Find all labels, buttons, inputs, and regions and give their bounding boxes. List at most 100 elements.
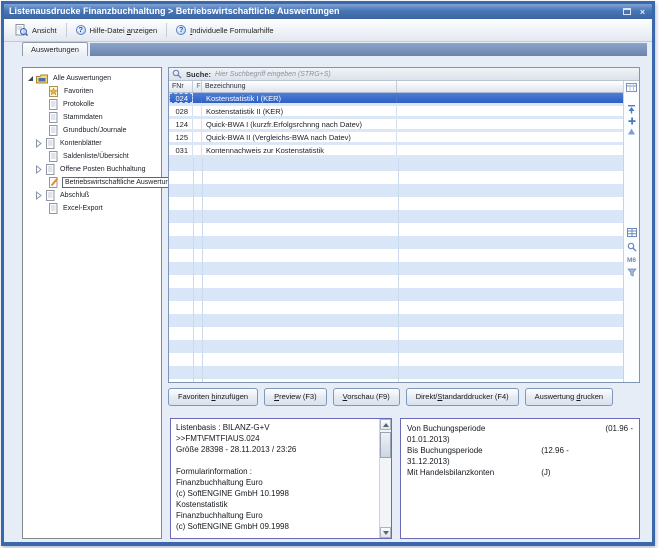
scroll-up-button[interactable] [380,419,391,430]
tree-item-grundbuch-journale[interactable]: Grundbuch/Journale [23,124,161,137]
tree-item-betriebswirtschaftliche-auswertungen[interactable]: Betriebswirtschaftliche Auswertungen [23,176,161,189]
param-value: (J) [541,468,550,477]
tab-auswertungen[interactable]: Auswertungen [22,42,88,56]
action-button-row: Favoriten hinzufügen Preview (F3) Vorsch… [168,388,613,406]
close-icon: × [640,7,645,17]
magnifier-icon[interactable] [626,241,637,252]
cell-fnr: 125 [169,132,193,142]
cell-fnr: 124 [169,119,193,129]
favoriten-hinzufuegen-button[interactable]: Favoriten hinzufügen [168,388,258,406]
grid-icon[interactable] [626,227,637,238]
expand-icon[interactable] [35,165,43,174]
scroll-to-top-icon[interactable] [626,103,637,114]
cell-bezeichnung: Kontennachweis zur Kostenstatistik [202,145,397,155]
preview-button[interactable]: Preview (F3) [264,388,327,406]
cell-f [193,132,202,142]
cell-bezeichnung: Kostenstatistik I (KER) [202,93,397,103]
cell-f [193,93,202,103]
restore-button[interactable] [620,6,633,17]
param-value: (01.96 - [605,423,633,434]
param-row: Mit Handelsbilanzkonten (J) [407,467,633,478]
toolbar-separator [66,23,67,37]
column-header-bezeichnung[interactable]: Bezeichnung [202,81,397,92]
column-header-f[interactable]: F [193,81,202,92]
grid-tool-strip: M6 [623,81,639,382]
auswertung-drucken-button[interactable]: Auswertung drucken [525,388,613,406]
tab-strip-band [90,43,647,56]
column-chooser-icon[interactable] [626,82,637,93]
param-label: Bis Buchungsperiode [407,445,539,456]
plus-icon[interactable] [626,115,637,126]
tree-item-protokolle[interactable]: Protokolle [23,98,161,111]
filter-icon[interactable] [626,267,637,278]
page-icon [46,164,55,175]
param-continuation: 31.12.2013) [407,456,633,467]
collapse-icon[interactable] [28,76,33,81]
cell-fnr: 024 [169,93,193,103]
arrow-up-icon [383,423,389,427]
cell-fnr: 031 [169,145,193,155]
param-value: (12.96 - [541,446,569,455]
page-icon [49,125,58,136]
search-icon [172,69,182,79]
title-bar: Listenausdrucke Finanzbuchhaltung > Betr… [4,4,652,19]
info-line: (c) SoftENGINE GmbH 10.1998 [176,488,375,499]
tree-item-excel-export[interactable]: Excel-Export [23,202,161,215]
search-bar[interactable]: Suche: Hier Suchbegriff eingeben (STRG+S… [169,68,639,81]
column-header-blank[interactable] [397,81,623,92]
info-line: Finanzbuchhaltung Euro [176,510,375,521]
restore-icon [623,8,631,15]
formularhilfe-label: Individuelle Formularhilfe [190,26,273,35]
table-row-selected[interactable]: 024 Kostenstatistik I (KER) [169,93,623,106]
info-line: Formularinformation : [176,466,375,477]
window-title: Listenausdrucke Finanzbuchhaltung > Betr… [9,4,620,19]
tree-item-saldenliste[interactable]: Saldenliste/Übersicht [23,150,161,163]
parameter-info-panel: Von Buchungsperiode (01.96 - 01.01.2013)… [400,418,640,539]
page-icon [46,138,55,149]
results-panel: Suche: Hier Suchbegriff eingeben (STRG+S… [168,67,640,383]
folder-icon [36,74,48,84]
vorschau-button[interactable]: Vorschau (F9) [333,388,400,406]
page-pencil-icon [49,177,59,188]
tree-item-alle-auswertungen[interactable]: Alle Auswertungen [23,72,161,85]
expand-icon[interactable] [35,139,43,148]
search-label: Suche: [186,70,211,79]
table-row[interactable]: 124 Quick-BWA I (kurzfr.Erfolgsrchnng na… [169,119,623,132]
cell-fnr: 028 [169,106,193,116]
window: Listenausdrucke Finanzbuchhaltung > Betr… [1,1,655,546]
tree-item-stammdaten[interactable]: Stammdaten [23,111,161,124]
ansicht-button[interactable]: Ansicht [10,22,62,38]
param-label: Von Buchungsperiode [407,423,485,434]
info-line: Größe 28398 - 28.11.2013 / 23:26 [176,444,375,455]
param-row: Von Buchungsperiode (01.96 - [407,423,633,434]
toolbar: Ansicht ? Hilfe-Datei anzeigen ? Individ… [4,19,652,42]
info-scrollbar[interactable] [379,419,391,538]
cell-bezeichnung: Kostenstatistik II (KER) [202,106,397,116]
scroll-thumb[interactable] [380,432,391,458]
tree-item-offene-posten[interactable]: Offene Posten Buchhaltung [23,163,161,176]
close-button[interactable]: × [636,6,649,17]
toolbar-separator [166,23,167,37]
info-line: Listenbasis : BILANZ-G+V [176,422,375,433]
arrow-down-icon [383,531,389,535]
table-row[interactable]: 028 Kostenstatistik II (KER) [169,106,623,119]
cell-f [193,145,202,155]
param-label: Mit Handelsbilanzkonten [407,467,539,478]
page-icon [49,151,58,162]
scroll-down-button[interactable] [380,527,391,538]
tree-item-abschluss[interactable]: Abschluß [23,189,161,202]
column-header-fnr[interactable]: FNr [169,81,193,92]
table-row[interactable]: 125 Quick-BWA II (Vergleichs-BWA nach Da… [169,132,623,145]
cell-f [193,106,202,116]
direkt-standarddrucker-button[interactable]: Direkt/Standarddrucker (F4) [406,388,519,406]
expand-icon[interactable] [35,191,43,200]
m6-badge[interactable]: M6 [626,255,637,266]
scroll-up-icon[interactable] [626,126,637,137]
formularhilfe-button[interactable]: ? Individuelle Formularhilfe [171,23,278,37]
table-row[interactable]: 031 Kontennachweis zur Kostenstatistik [169,145,623,158]
list-info-panel: Listenbasis : BILANZ-G+V >>FMT\FMTFIAUS.… [170,418,392,539]
info-line: Kostenstatistik [176,499,375,510]
hilfe-datei-button[interactable]: ? Hilfe-Datei anzeigen [71,23,163,37]
tree-item-kontenblaetter[interactable]: Kontenblätter [23,137,161,150]
tree-item-favoriten[interactable]: Favoriten [23,85,161,98]
